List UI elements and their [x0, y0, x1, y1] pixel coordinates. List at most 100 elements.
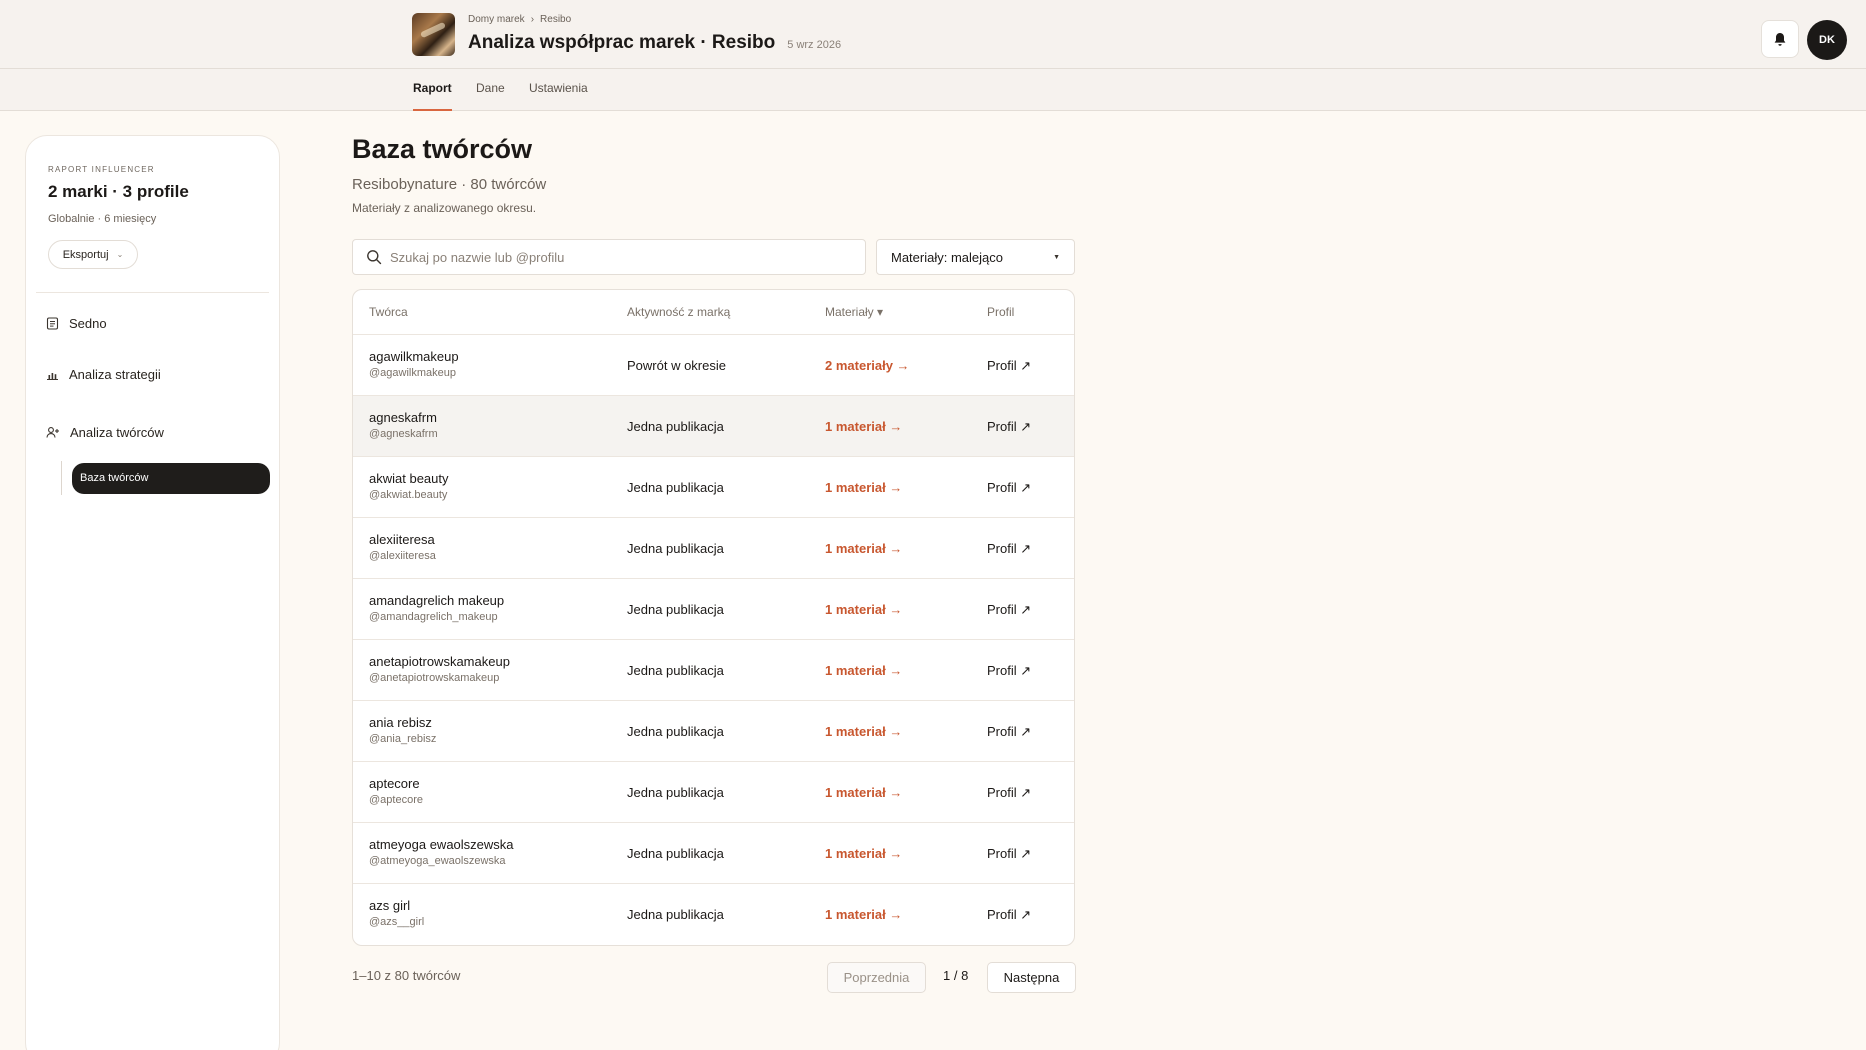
materials-link[interactable]: 1 materiał → — [825, 457, 902, 518]
column-header-activity: Aktywność z marką — [627, 305, 731, 319]
table-row[interactable]: akwiat beauty @akwiat.beauty Jedna publika… — [353, 457, 1074, 518]
creator-name: azs girl — [369, 898, 411, 913]
creator-name: amandagrelich makeup — [369, 593, 505, 608]
activity-cell: Jedna publikacja — [627, 663, 724, 678]
materials-link[interactable]: 1 materiał → — [825, 640, 902, 701]
materials-link[interactable]: 1 materiał → — [825, 579, 902, 640]
table-row[interactable]: anetapiotrowskamakeup @anetapiotrowskamak… — [353, 640, 1074, 701]
profile-link[interactable]: Profil ↗ — [987, 457, 1031, 518]
profile-link[interactable]: Profil ↗ — [987, 335, 1031, 396]
materials-link[interactable]: 1 materiał → — [825, 701, 902, 762]
creator-handle: @atmeyoga_ewaolszewska — [369, 855, 506, 867]
breadcrumb-separator: › — [530, 14, 535, 25]
main-subtitle: Resibobynature · 80 twórców — [352, 176, 547, 193]
activity-cell: Jedna publikacja — [627, 480, 724, 495]
page-heading: Analiza współprac marek · Resibo 5 wrz 2… — [468, 32, 841, 54]
activity-cell: Jedna publikacja — [627, 602, 724, 617]
breadcrumb-item[interactable]: Domy marek — [468, 14, 525, 25]
profile-link[interactable]: Profil ↗ — [987, 884, 1031, 945]
profile-link[interactable]: Profil ↗ — [987, 518, 1031, 579]
bar-chart-icon — [47, 373, 58, 380]
page-title: Analiza współprac marek · Resibo — [468, 32, 776, 53]
materials-link[interactable]: 2 materiały → — [825, 335, 910, 396]
creators-table: Twórca Aktywność z marką Materiały ▾ Pro… — [352, 289, 1075, 946]
subnav-line — [61, 461, 62, 495]
creator-cell: agneskafrm @agneskafrm — [369, 410, 438, 440]
table-row[interactable]: aptecore @aptecore Jedna publikacja 1 mater… — [353, 762, 1074, 823]
column-header-materials[interactable]: Materiały ▾ — [825, 290, 883, 335]
creator-cell: ania rebisz @ania_rebisz — [369, 715, 436, 745]
sidebar-item-analiza-tworcow[interactable]: Analiza twórców — [46, 425, 164, 440]
sidebar-subtitle: Globalnie · 6 miesięcy — [48, 213, 157, 225]
table-row[interactable]: alexiiteresa @alexiiteresa Jedna publikacj… — [353, 518, 1074, 579]
creator-handle: @agneskafrm — [369, 428, 438, 440]
export-label: Eksportuj — [62, 248, 109, 261]
creator-name: alexiiteresa — [369, 532, 435, 547]
creator-cell: agawilkmakeup @agawilkmakeup — [369, 349, 459, 379]
table-row[interactable]: agneskafrm @agneskafrm Jedna publikacja 1 m… — [353, 396, 1074, 457]
tab-bar: Raport Dane Ustawienia — [0, 69, 1866, 111]
profile-link[interactable]: Profil ↗ — [987, 579, 1031, 640]
notifications-button[interactable] — [1761, 20, 1799, 58]
creator-name: ania rebisz — [369, 715, 432, 730]
creator-handle: @azs__girl — [369, 916, 425, 928]
creator-name: agneskafrm — [369, 410, 437, 425]
creator-cell: alexiiteresa @alexiiteresa — [369, 532, 436, 562]
previous-page-button[interactable]: Poprzednia — [827, 962, 926, 993]
table-row[interactable]: ania rebisz @ania_rebisz Jedna publikacja 1… — [353, 701, 1074, 762]
breadcrumb: Domy marek › Resibo — [468, 14, 571, 25]
creator-cell: amandagrelich makeup @amandagrelich_makeu… — [369, 593, 504, 623]
next-page-button[interactable]: Następna — [987, 962, 1076, 993]
page-indicator: 1 / 8 — [943, 968, 969, 983]
creator-handle: @alexiiteresa — [369, 550, 436, 562]
creator-cell: akwiat beauty @akwiat.beauty — [369, 471, 449, 501]
activity-cell: Jedna publikacja — [627, 541, 724, 556]
profile-link[interactable]: Profil ↗ — [987, 640, 1031, 701]
profile-link[interactable]: Profil ↗ — [987, 701, 1031, 762]
tab-raport[interactable]: Raport — [413, 69, 452, 111]
caret-down-icon: ▼ — [1053, 253, 1060, 261]
table-row[interactable]: azs girl @azs__girl Jedna publikacja 1 mate… — [353, 884, 1074, 945]
tab-ustawienia[interactable]: Ustawienia — [529, 69, 588, 111]
materials-link[interactable]: 1 materiał → — [825, 518, 902, 579]
materials-link[interactable]: 1 materiał → — [825, 884, 902, 945]
sidebar-item-sedno[interactable]: Sedno — [46, 316, 107, 331]
column-header-creator: Twórca — [369, 305, 408, 319]
creator-handle: @ania_rebisz — [369, 733, 437, 745]
activity-cell: Jedna publikacja — [627, 907, 724, 922]
creator-cell: azs girl @azs__girl — [369, 898, 424, 928]
bell-icon — [1774, 32, 1786, 46]
search-input[interactable] — [390, 249, 850, 265]
sidebar: RAPORT INFLUENCER 2 marki · 3 profile Gl… — [25, 135, 280, 1050]
creator-name: agawilkmakeup — [369, 349, 459, 364]
sidebar-subitem-baza-tworcow[interactable]: Baza twórców — [72, 463, 270, 494]
creator-cell: atmeyoga ewaolszewska @atmeyoga_ewaolszew… — [369, 837, 514, 867]
table-row[interactable]: amandagrelich makeup @amandagrelich_makeu… — [353, 579, 1074, 640]
search-icon — [367, 250, 382, 265]
creator-name: atmeyoga ewaolszewska — [369, 837, 514, 852]
table-row[interactable]: atmeyoga ewaolszewska @atmeyoga_ewaolszew… — [353, 823, 1074, 884]
creator-name: akwiat beauty — [369, 471, 449, 486]
export-button[interactable]: Eksportuj ⌄ — [48, 240, 138, 269]
sidebar-item-analiza-strategii[interactable]: Analiza strategii — [46, 367, 161, 382]
profile-link[interactable]: Profil ↗ — [987, 396, 1031, 457]
main-title: Baza twórców — [352, 134, 533, 164]
tab-dane[interactable]: Dane — [476, 69, 505, 111]
sidebar-eyebrow: RAPORT INFLUENCER — [48, 165, 155, 174]
profile-link[interactable]: Profil ↗ — [987, 823, 1031, 884]
table-body: agawilkmakeup @agawilkmakeup Powrót w okre… — [353, 335, 1074, 945]
materials-link[interactable]: 1 materiał → — [825, 823, 902, 884]
profile-link[interactable]: Profil ↗ — [987, 762, 1031, 823]
materials-link[interactable]: 1 materiał → — [825, 396, 902, 457]
table-row[interactable]: agawilkmakeup @agawilkmakeup Powrót w okre… — [353, 335, 1074, 396]
activity-cell: Jedna publikacja — [627, 846, 724, 861]
breadcrumb-item[interactable]: Resibo — [540, 14, 571, 25]
sidebar-title: 2 marki · 3 profile — [48, 182, 189, 201]
search-field[interactable] — [352, 239, 866, 275]
creator-handle: @agawilkmakeup — [369, 367, 456, 379]
sort-select[interactable]: Materiały: malejąco ▼ — [876, 239, 1075, 275]
user-avatar[interactable]: DK — [1807, 20, 1847, 60]
sidebar-item-label: Analiza strategii — [69, 367, 161, 382]
sidebar-item-label: Analiza twórców — [70, 425, 164, 440]
materials-link[interactable]: 1 materiał → — [825, 762, 902, 823]
